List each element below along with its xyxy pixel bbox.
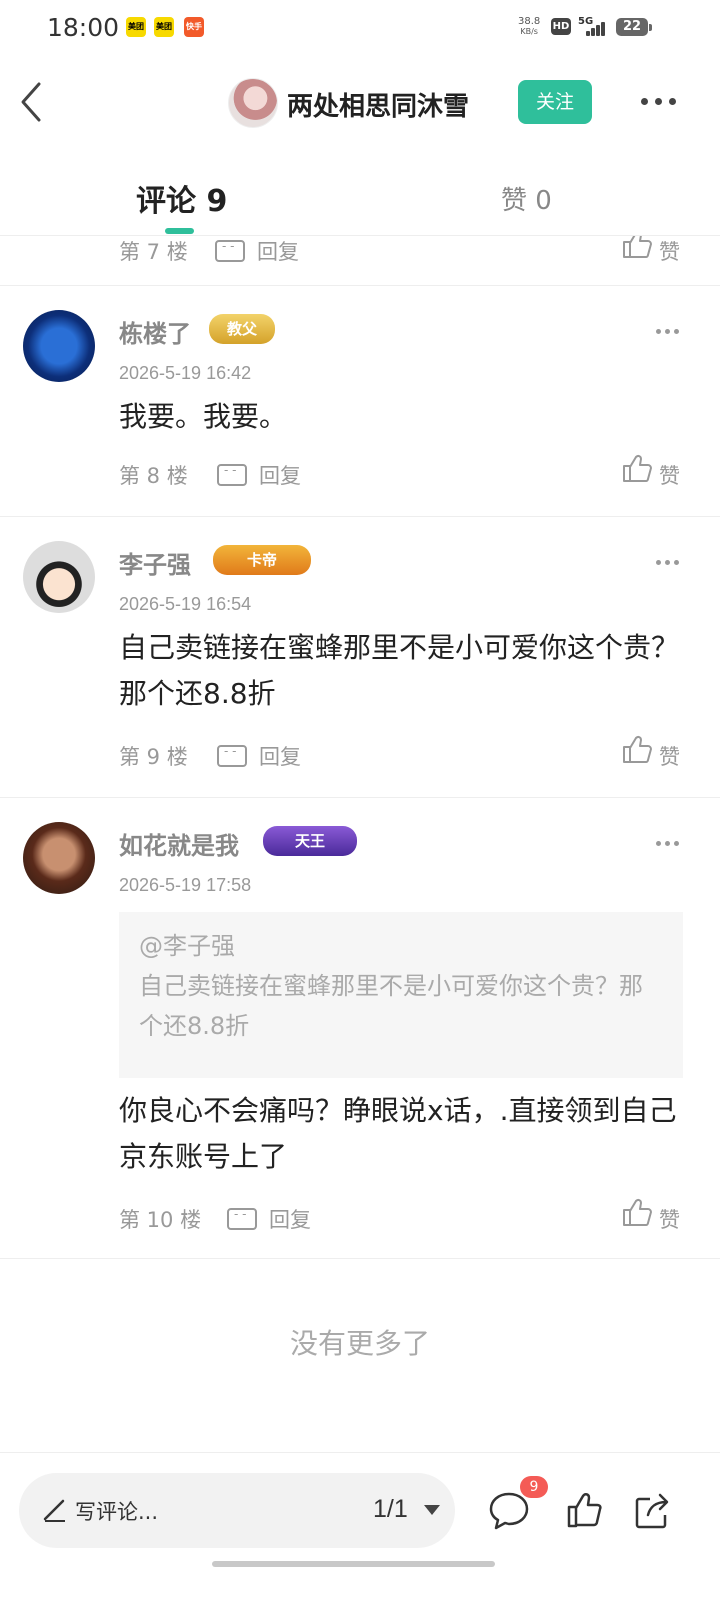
author-avatar[interactable] xyxy=(228,78,278,128)
comment-username[interactable]: 李子强 xyxy=(119,545,191,580)
comment-item: 李子强 卡帝 2026-5-19 16:54 自己卖链接在蜜蜂那里不是小可爱你这… xyxy=(0,517,720,798)
bottom-bar: 写评论... 1/1 9 xyxy=(0,1452,720,1600)
thumbs-up-icon[interactable] xyxy=(566,1491,602,1529)
floor-number: 第 10 楼 xyxy=(119,1208,202,1232)
comment-time: 2026-5-19 17:58 xyxy=(119,875,252,895)
comment-item: 如花就是我 天王 2026-5-19 17:58 @李子强 自己卖链接在蜜蜂那里… xyxy=(0,798,720,1259)
thumbs-up-icon xyxy=(623,735,652,763)
comment-more-icon[interactable] xyxy=(656,560,680,566)
comment-count-badge: 9 xyxy=(520,1476,548,1498)
battery-icon: 22 xyxy=(616,18,652,36)
tab-likes[interactable]: 赞 0 xyxy=(501,180,552,217)
status-time: 18:00 xyxy=(47,13,120,42)
tab-comments[interactable]: 评论 9 xyxy=(136,176,227,220)
thumbs-up-icon xyxy=(623,236,652,258)
kuaishou-app-icon: 快手 xyxy=(184,17,204,37)
reply-icon xyxy=(227,1207,257,1230)
comment-more-icon[interactable] xyxy=(656,841,680,847)
user-level-badge: 教父 xyxy=(209,314,275,344)
follow-button[interactable]: 关注 xyxy=(518,80,592,124)
like-button[interactable]: 赞 xyxy=(621,1196,685,1236)
floor-number: 第 8 楼 xyxy=(119,464,188,488)
reply-icon xyxy=(217,463,247,486)
comment-username[interactable]: 如花就是我 xyxy=(119,826,239,861)
meituan-app-icon-2: 美团 xyxy=(154,17,174,37)
floor-number: 第 9 楼 xyxy=(119,745,188,769)
end-of-list-label: 没有更多了 xyxy=(289,1327,430,1360)
like-button[interactable]: 赞 xyxy=(621,733,685,773)
network-speed: 38.8 KB/s xyxy=(518,16,541,37)
comment-time: 2026-5-19 16:54 xyxy=(119,594,252,614)
comment-text: 自己卖链接在蜜蜂那里不是小可爱你这个贵？那个还8.8折 xyxy=(119,631,680,710)
page-indicator[interactable]: 1/1 xyxy=(373,1495,408,1524)
status-bar: 18:00 美团 美团 快手 38.8 KB/s HD 5G 22 xyxy=(0,0,720,56)
quoted-comment[interactable]: @李子强 自己卖链接在蜜蜂那里不是小可爱你这个贵？那个还8.8折 xyxy=(119,912,683,1078)
like-button[interactable]: 赞 xyxy=(621,236,685,268)
comment-time: 2026-5-19 16:42 xyxy=(119,363,252,383)
reply-icon xyxy=(215,239,245,262)
comment-bubble-icon[interactable] xyxy=(488,1491,530,1531)
comment-text: 我要。我要。 xyxy=(119,400,288,433)
user-avatar[interactable] xyxy=(23,310,95,382)
home-indicator[interactable] xyxy=(212,1561,495,1567)
share-icon[interactable] xyxy=(634,1491,670,1529)
comment-footer-partial: 第 7 楼 回复 赞 xyxy=(0,236,720,286)
signal-icon: 5G xyxy=(578,16,608,38)
chevron-down-icon[interactable] xyxy=(424,1505,440,1515)
quoted-text: 自己卖链接在蜜蜂那里不是小可爱你这个贵？那个还8.8折 xyxy=(139,972,643,1040)
thumbs-up-icon xyxy=(623,1198,652,1226)
header: 两处相思同沐雪 关注 xyxy=(0,56,720,148)
like-button[interactable]: 赞 xyxy=(621,452,685,492)
comment-list[interactable]: 第 7 楼 回复 赞 栋楼了 教父 2026-5-19 16:42 我要。我要。… xyxy=(0,236,720,1446)
back-icon[interactable] xyxy=(20,80,44,124)
reply-icon xyxy=(217,744,247,767)
comment-item: 栋楼了 教父 2026-5-19 16:42 我要。我要。 第 8 楼 回复 赞 xyxy=(0,286,720,517)
user-level-badge: 卡帝 xyxy=(213,545,311,575)
author-name[interactable]: 两处相思同沐雪 xyxy=(287,86,469,123)
write-comment-placeholder: 写评论... xyxy=(75,1500,159,1524)
quoted-username: @李子强 xyxy=(139,932,235,960)
tab-bar: 评论 9 赞 0 xyxy=(0,148,720,236)
floor-number: 第 7 楼 xyxy=(119,240,188,264)
user-avatar[interactable] xyxy=(23,822,95,894)
comment-username[interactable]: 栋楼了 xyxy=(119,314,191,349)
hd-icon: HD xyxy=(551,18,571,35)
thumbs-up-icon xyxy=(623,454,652,482)
write-comment-input[interactable]: 写评论... 1/1 xyxy=(19,1473,455,1548)
tab-active-indicator xyxy=(165,228,194,234)
comment-more-icon[interactable] xyxy=(656,329,680,335)
more-options-icon[interactable] xyxy=(641,98,677,106)
comment-text: 你良心不会痛吗？睁眼说x话，.直接领到自己京东账号上了 xyxy=(119,1094,677,1173)
meituan-app-icon: 美团 xyxy=(126,17,146,37)
pen-icon xyxy=(43,1499,65,1522)
user-level-badge: 天王 xyxy=(263,826,357,856)
user-avatar[interactable] xyxy=(23,541,95,613)
